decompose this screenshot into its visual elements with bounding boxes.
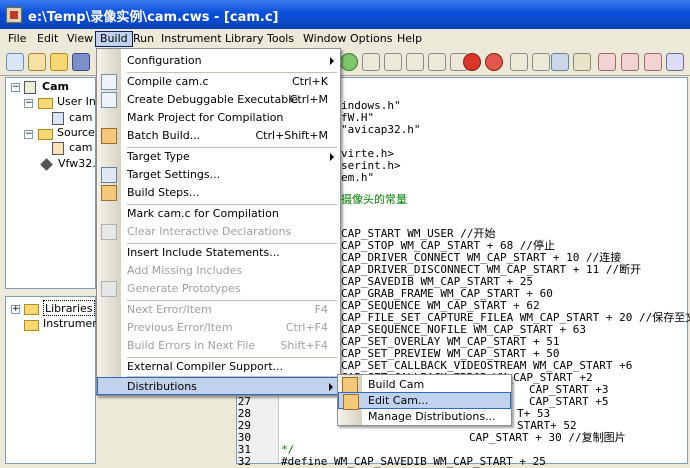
library-file-icon [40,158,53,171]
line-number: 32 [237,455,251,468]
menu-item-add-missing-includes[interactable]: Add Missing Includes [97,262,340,280]
tree-icon[interactable] [532,53,550,71]
menu-view[interactable]: View [63,31,97,47]
replace-icon[interactable] [573,53,591,71]
uir-file-icon [52,112,64,125]
menu-item-create-executable[interactable]: Create Debuggable Executable Ctrl+M [97,91,340,109]
tree-uir-file[interactable]: cam [69,110,93,126]
menu-item-build-steps[interactable]: Build Steps... [97,184,340,202]
menu-item-mark-file[interactable]: Mark cam.c for Compilation [97,205,340,223]
code-comment: 摄像头的常量 [341,193,407,206]
build-steps-icon [101,185,117,201]
menu-item-mark-project[interactable]: Mark Project for Compilation [97,109,340,127]
step-out-icon[interactable] [406,53,424,71]
menu-file[interactable]: File [4,31,30,47]
bookmark-next-icon[interactable] [621,53,639,71]
menu-item-insert-includes[interactable]: Insert Include Statements... [97,244,340,262]
menu-item-build-errors-next-file[interactable]: Build Errors in Next File Shift+F4 [97,337,340,355]
build-menu: Configuration Compile cam.c Ctrl+K Create… [96,48,341,396]
bookmark-icon[interactable] [598,53,616,71]
library-tree: + Libraries Instruments [5,296,109,464]
code-line: "avicap32.h" [341,123,421,136]
tree-source[interactable]: Source [57,125,95,141]
menu-item-target-settings[interactable]: Target Settings... [97,166,340,184]
compile-icon [101,74,117,90]
stop-icon[interactable] [463,53,481,71]
window-title: e:\Temp\录像实例\cam.cws - [cam.c] [28,10,279,25]
folder-icon [38,98,53,109]
code-line: #define WM_CAP_SAVEDIB WM_CAP_START + 25 [281,455,546,468]
menu-item-manage-distributions[interactable]: Manage Distributions... [338,408,511,425]
submenu-arrow-icon [330,57,334,65]
expand-icon[interactable]: + [11,305,20,314]
menu-run[interactable]: Run [129,31,158,47]
new-file-icon[interactable] [28,53,46,71]
code-line: CAP_START + 30 //复制图片 [469,431,626,444]
step-into-icon[interactable] [362,53,380,71]
save-icon[interactable] [72,53,90,71]
menu-help[interactable]: Help [393,31,426,47]
build-distribution-icon [342,377,358,393]
batch-build-icon [101,128,117,144]
collapse-icon[interactable]: − [24,99,33,108]
menu-item-batch-build[interactable]: Batch Build... Ctrl+Shift+M [97,127,340,145]
app-icon[interactable] [6,7,22,23]
folder-icon [38,129,53,140]
tree-libraries[interactable]: Libraries [43,300,95,316]
build-icon [101,92,117,108]
code-line: em.h" [341,171,375,184]
run-icon[interactable] [340,53,358,71]
help-icon[interactable] [666,53,684,71]
menu-item-build-cam[interactable]: Build Cam [338,376,511,393]
menu-item-external-compiler[interactable]: External Compiler Support... [97,358,340,376]
menu-item-next-error[interactable]: Next Error/Item F4 [97,301,340,319]
step-over-icon[interactable] [384,53,402,71]
menu-item-generate-prototypes[interactable]: Generate Prototypes [97,280,340,298]
project-icon [24,81,36,94]
clear-icon [101,224,117,240]
c-file-icon [52,142,64,155]
prototypes-icon [101,281,117,297]
tree-user-interface[interactable]: User Int [57,94,100,110]
submenu-arrow-icon [330,153,334,161]
distributions-submenu: Build Cam Edit Cam... Manage Distributio… [337,374,512,426]
menu-build[interactable]: Build [95,31,133,47]
function-panel-icon[interactable] [510,53,528,71]
menu-library[interactable]: Library [221,31,267,47]
menu-options[interactable]: Options [346,31,396,47]
menu-bar: File Edit View Build Run Instrument Libr… [0,29,690,49]
menu-window[interactable]: Window [299,31,350,47]
menu-item-target-type[interactable]: Target Type [97,148,340,166]
folder-icon [24,320,39,331]
project-tree: − Cam − User Int cam − Source cam Vfw32.… [5,77,102,289]
bookmark-prev-icon[interactable] [644,53,662,71]
breakpoint-icon[interactable] [485,53,503,71]
submenu-arrow-icon [329,383,333,391]
find-icon[interactable] [551,53,569,71]
menu-item-configuration[interactable]: Configuration [97,52,340,70]
folder-icon [24,304,39,315]
collapse-icon[interactable]: − [24,130,33,139]
collapse-icon[interactable]: − [11,83,20,92]
goto-cursor-icon[interactable] [428,53,446,71]
menu-item-compile[interactable]: Compile cam.c Ctrl+K [97,73,340,91]
target-settings-icon [101,167,117,183]
menu-instrument[interactable]: Instrument [157,31,226,47]
menu-tools[interactable]: Tools [263,31,298,47]
menu-item-clear-declarations[interactable]: Clear Interactive Declarations [97,223,340,241]
tree-source-file[interactable]: cam [69,140,93,156]
menu-item-previous-error[interactable]: Previous Error/Item Ctrl+F4 [97,319,340,337]
menu-edit[interactable]: Edit [33,31,62,47]
tree-project-root[interactable]: Cam [42,79,69,95]
menu-item-distributions[interactable]: Distributions [97,377,340,395]
title-bar: e:\Temp\录像实例\cam.cws - [cam.c] [0,0,690,29]
open-folder-icon[interactable] [50,53,68,71]
menu-item-edit-cam[interactable]: Edit Cam... [338,392,511,410]
new-project-icon[interactable] [6,53,24,71]
